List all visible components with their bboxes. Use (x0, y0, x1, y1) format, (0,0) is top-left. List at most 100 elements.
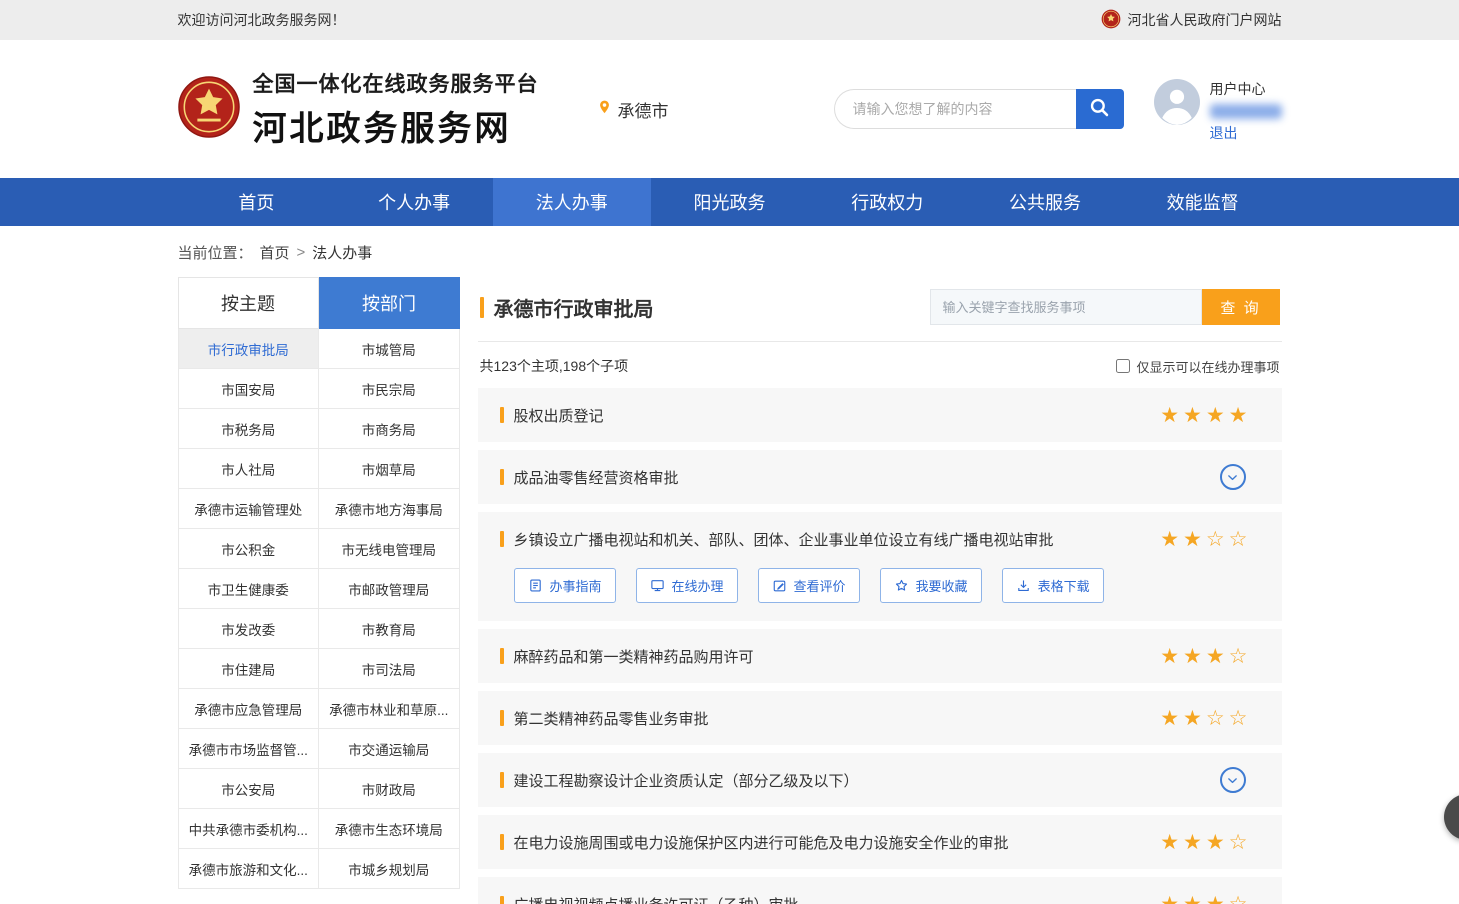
sidebar-department-item[interactable]: 市国安局 (179, 369, 320, 409)
sidebar-department-item[interactable]: 承德市市场监督管... (179, 729, 320, 769)
service-query-button[interactable]: 查 询 (1202, 289, 1280, 325)
sidebar-department-item[interactable]: 市财政局 (319, 769, 460, 809)
sidebar-department-item[interactable]: 市公积金 (179, 529, 320, 569)
star-rating: ★★★☆ (1160, 894, 1251, 904)
online-monitor-icon (650, 578, 665, 593)
sidebar-tab[interactable]: 按部门 (319, 277, 460, 329)
sidebar-department-item[interactable]: 市教育局 (319, 609, 460, 649)
service-panel: 承德市行政审批局 查 询 共123个主项,198个子项 仅显示可以在线办理事项 … (478, 277, 1282, 904)
site-search (834, 89, 1124, 129)
nav-item[interactable]: 行政权力 (808, 178, 966, 226)
service-title[interactable]: 乡镇设立广播电视站和机关、部队、团体、企业事业单位设立有线广播电视站审批 (500, 529, 1054, 550)
service-title[interactable]: 股权出质登记 (500, 405, 604, 426)
nav-item[interactable]: 个人办事 (335, 178, 493, 226)
service-title-text: 麻醉药品和第一类精神药品购用许可 (514, 646, 754, 667)
sidebar-department-item[interactable]: 市交通运输局 (319, 729, 460, 769)
department-sidebar: 按主题按部门 市行政审批局市城管局市国安局市民宗局市税务局市商务局市人社局市烟草… (178, 277, 460, 889)
sidebar-department-item[interactable]: 市商务局 (319, 409, 460, 449)
sidebar-department-item[interactable]: 市人社局 (179, 449, 320, 489)
service-title-text: 第二类精神药品零售业务审批 (514, 708, 709, 729)
title-accent-bar (500, 531, 504, 547)
city-selector[interactable]: 承德市 (597, 97, 669, 122)
site-search-button[interactable] (1076, 89, 1124, 129)
sidebar-department-item[interactable]: 市住建局 (179, 649, 320, 689)
sidebar-tab[interactable]: 按主题 (178, 277, 319, 329)
sidebar-department-item[interactable]: 市无线电管理局 (319, 529, 460, 569)
favorite-star-icon (894, 578, 909, 593)
service-action-label: 查看评价 (794, 576, 846, 595)
sidebar-department-item[interactable]: 市发改委 (179, 609, 320, 649)
title-accent-bar (500, 710, 504, 726)
nav-item[interactable]: 公共服务 (966, 178, 1124, 226)
breadcrumb-prefix: 当前位置： (178, 242, 253, 263)
service-row: 建设工程勘察设计企业资质认定（部分乙级及以下） (478, 753, 1282, 807)
sidebar-department-item[interactable]: 承德市旅游和文化... (179, 849, 320, 889)
service-row: 麻醉药品和第一类精神药品购用许可★★★☆ (478, 629, 1282, 683)
service-title[interactable]: 建设工程勘察设计企业资质认定（部分乙级及以下） (500, 770, 859, 791)
sidebar-department-item[interactable]: 承德市应急管理局 (179, 689, 320, 729)
title-accent-bar (500, 407, 504, 423)
service-title[interactable]: 广播电视视频点播业务许可证（乙种）审批 (500, 894, 799, 904)
service-action-button[interactable]: 在线办理 (636, 568, 738, 603)
service-search-input[interactable] (930, 289, 1202, 325)
sidebar-department-item[interactable]: 市民宗局 (319, 369, 460, 409)
service-title-text: 乡镇设立广播电视站和机关、部队、团体、企业事业单位设立有线广播电视站审批 (514, 529, 1054, 550)
service-title-text: 广播电视视频点播业务许可证（乙种）审批 (514, 894, 799, 904)
nav-item[interactable]: 阳光政务 (651, 178, 809, 226)
service-title[interactable]: 在电力设施周围或电力设施保护区内进行可能危及电力设施安全作业的审批 (500, 832, 1009, 853)
user-center-link[interactable]: 用户中心 (1210, 79, 1282, 99)
magnifier-icon (1089, 97, 1110, 121)
service-title[interactable]: 成品油零售经营资格审批 (500, 467, 679, 488)
site-search-input[interactable] (834, 89, 1076, 129)
sidebar-department-item[interactable]: 承德市林业和草原... (319, 689, 460, 729)
nav-item[interactable]: 法人办事 (493, 178, 651, 226)
service-count-text: 共123个主项,198个子项 (480, 356, 629, 376)
service-action-button[interactable]: 办事指南 (514, 568, 616, 603)
title-accent-bar (500, 772, 504, 788)
main-nav: 首页个人办事法人办事阳光政务行政权力公共服务效能监督 (0, 178, 1459, 226)
online-only-filter[interactable]: 仅显示可以在线办理事项 (1116, 357, 1279, 376)
sidebar-department-item[interactable]: 市税务局 (179, 409, 320, 449)
department-grid: 市行政审批局市城管局市国安局市民宗局市税务局市商务局市人社局市烟草局承德市运输管… (178, 329, 460, 889)
sidebar-department-item[interactable]: 承德市生态环境局 (319, 809, 460, 849)
sidebar-department-item[interactable]: 市城管局 (319, 329, 460, 369)
site-logo[interactable]: 全国一体化在线政务服务平台 河北政务服务网 (178, 68, 539, 150)
service-action-button[interactable]: 查看评价 (758, 568, 860, 603)
breadcrumb-home-link[interactable]: 首页 (260, 242, 290, 263)
service-title[interactable]: 麻醉药品和第一类精神药品购用许可 (500, 646, 754, 667)
sidebar-department-item[interactable]: 中共承德市委机构... (179, 809, 320, 849)
sidebar-department-item[interactable]: 市行政审批局 (179, 329, 320, 369)
user-avatar-icon[interactable] (1154, 79, 1200, 130)
service-row-main: 成品油零售经营资格审批 (500, 450, 1260, 504)
service-action-button[interactable]: 表格下载 (1002, 568, 1104, 603)
sidebar-department-item[interactable]: 市邮政管理局 (319, 569, 460, 609)
sidebar-department-item[interactable]: 承德市运输管理处 (179, 489, 320, 529)
floating-widget-button[interactable] (1444, 794, 1459, 840)
online-only-checkbox[interactable] (1116, 359, 1130, 373)
expand-chevron-icon[interactable] (1220, 464, 1246, 490)
service-search: 查 询 (930, 289, 1280, 325)
sidebar-department-item[interactable]: 市烟草局 (319, 449, 460, 489)
sidebar-department-item[interactable]: 市卫生健康委 (179, 569, 320, 609)
sidebar-department-item[interactable]: 承德市地方海事局 (319, 489, 460, 529)
topbar: 欢迎访问河北政务服务网！ 河北省人民政府门户网站 (0, 0, 1459, 40)
expand-chevron-icon[interactable] (1220, 767, 1246, 793)
download-icon (1016, 578, 1031, 593)
user-area: 用户中心 退出 (1154, 75, 1282, 143)
service-title-text: 成品油零售经营资格审批 (514, 467, 679, 488)
sidebar-department-item[interactable]: 市司法局 (319, 649, 460, 689)
site-name: 河北政务服务网 (253, 101, 539, 150)
platform-name: 全国一体化在线政务服务平台 (253, 68, 539, 98)
nav-item[interactable]: 效能监督 (1124, 178, 1282, 226)
logout-link[interactable]: 退出 (1210, 123, 1282, 143)
service-row-main: 广播电视视频点播业务许可证（乙种）审批 ★★★☆ (500, 877, 1260, 904)
national-emblem-icon (178, 76, 240, 143)
service-title[interactable]: 第二类精神药品零售业务审批 (500, 708, 709, 729)
service-action-label: 办事指南 (550, 576, 602, 595)
nav-item[interactable]: 首页 (178, 178, 336, 226)
service-action-button[interactable]: 我要收藏 (880, 568, 982, 603)
guide-document-icon (528, 578, 543, 593)
portal-link[interactable]: 河北省人民政府门户网站 (1101, 9, 1282, 32)
sidebar-department-item[interactable]: 市城乡规划局 (319, 849, 460, 889)
sidebar-department-item[interactable]: 市公安局 (179, 769, 320, 809)
